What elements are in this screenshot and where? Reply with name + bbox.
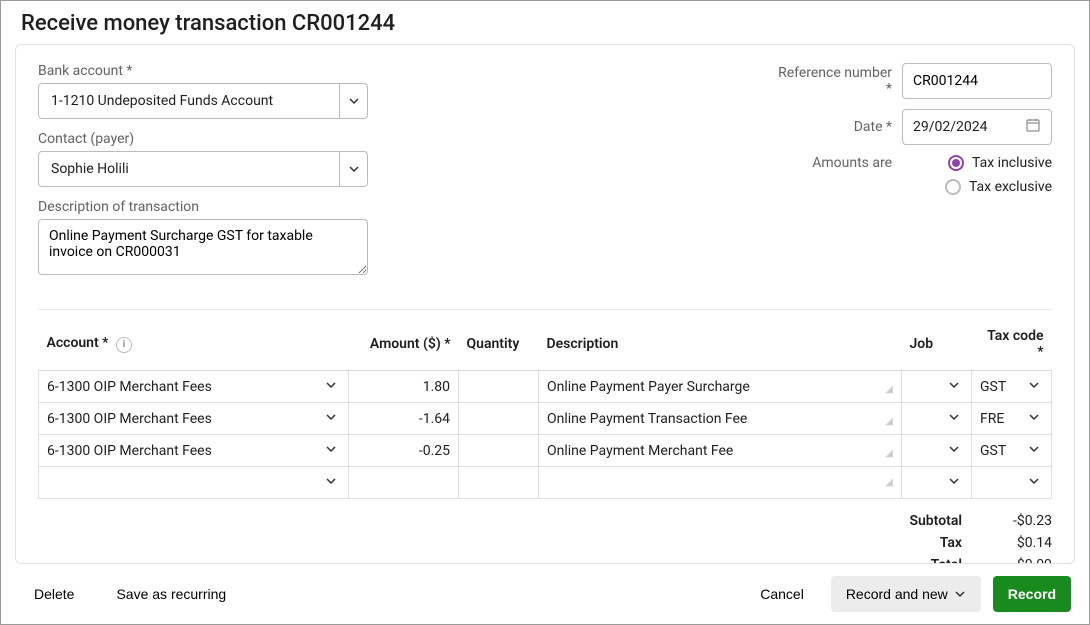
col-job: Job: [902, 318, 972, 371]
cell-description[interactable]: Online Payment Payer Surcharge◢: [539, 371, 902, 403]
delete-button[interactable]: Delete: [19, 576, 89, 612]
form-card: Bank account * 1-1210 Undeposited Funds …: [15, 44, 1075, 564]
chevron-down-icon: [1025, 475, 1043, 491]
cell-quantity[interactable]: [459, 435, 539, 467]
cell-job[interactable]: [902, 467, 972, 499]
table-row: 6-1300 OIP Merchant Fees-0.25 Online Paym…: [39, 435, 1052, 467]
totals: Subtotal -$0.23 Tax $0.14 Total -$0.09: [38, 513, 1052, 564]
bank-account-select[interactable]: 1-1210 Undeposited Funds Account: [38, 83, 368, 119]
chevron-down-icon: [1025, 443, 1043, 459]
description-textarea[interactable]: Online Payment Surcharge GST for taxable…: [38, 219, 368, 275]
resize-handle-icon: ◢: [885, 448, 893, 459]
cell-description[interactable]: Online Payment Merchant Fee◢: [539, 435, 902, 467]
chevron-down-icon: [1025, 379, 1043, 395]
reference-label: Reference number *: [772, 65, 892, 97]
date-label: Date *: [854, 119, 892, 135]
col-quantity: Quantity: [459, 318, 539, 371]
date-value: 29/02/2024: [913, 119, 988, 135]
cell-quantity[interactable]: [459, 371, 539, 403]
table-row: 6-1300 OIP Merchant Fees-1.64 Online Paym…: [39, 403, 1052, 435]
cell-taxcode[interactable]: FRE: [972, 403, 1052, 435]
col-taxcode: Tax code *: [972, 318, 1052, 371]
bank-account-label: Bank account *: [38, 63, 368, 79]
chevron-down-icon: [322, 475, 340, 491]
total-label: Total: [882, 557, 962, 564]
cell-quantity[interactable]: [459, 467, 539, 499]
resize-handle-icon: ◢: [885, 477, 893, 488]
cancel-button[interactable]: Cancel: [745, 576, 819, 612]
subtotal-label: Subtotal: [882, 513, 962, 529]
contact-select[interactable]: Sophie Holili: [38, 151, 368, 187]
chevron-down-icon: [945, 379, 963, 395]
cell-amount[interactable]: [349, 467, 459, 499]
col-amount: Amount ($) *: [349, 318, 459, 371]
tax-exclusive-radio[interactable]: Tax exclusive: [945, 179, 1052, 195]
table-row: ◢: [39, 467, 1052, 499]
col-account: Account * i: [39, 318, 349, 371]
subtotal-value: -$0.23: [992, 513, 1052, 529]
date-input[interactable]: 29/02/2024: [902, 109, 1052, 145]
description-label: Description of transaction: [38, 199, 368, 215]
cell-taxcode[interactable]: GST: [972, 435, 1052, 467]
cell-account[interactable]: 6-1300 OIP Merchant Fees: [39, 371, 349, 403]
chevron-down-icon: [1025, 411, 1043, 427]
cell-taxcode[interactable]: GST: [972, 371, 1052, 403]
cell-job[interactable]: [902, 435, 972, 467]
chevron-down-icon: [339, 152, 367, 186]
cell-amount[interactable]: -0.25: [349, 435, 459, 467]
cell-description[interactable]: ◢: [539, 467, 902, 499]
tax-inclusive-radio[interactable]: Tax inclusive: [948, 155, 1052, 171]
total-value: -$0.09: [992, 557, 1052, 564]
chevron-down-icon: [945, 475, 963, 491]
record-and-new-button[interactable]: Record and new: [831, 576, 981, 612]
chevron-down-icon: [945, 411, 963, 427]
record-button[interactable]: Record: [993, 576, 1071, 612]
table-row: 6-1300 OIP Merchant Fees1.80 Online Payme…: [39, 371, 1052, 403]
chevron-down-icon: [322, 379, 340, 395]
tax-value: $0.14: [992, 535, 1052, 551]
cell-taxcode[interactable]: [972, 467, 1052, 499]
cell-account[interactable]: 6-1300 OIP Merchant Fees: [39, 435, 349, 467]
radio-unchecked-icon: [945, 179, 961, 195]
chevron-down-icon: [322, 411, 340, 427]
save-recurring-button[interactable]: Save as recurring: [101, 576, 241, 612]
footer: Delete Save as recurring Cancel Record a…: [1, 564, 1089, 624]
cell-amount[interactable]: -1.64: [349, 403, 459, 435]
chevron-down-icon: [322, 443, 340, 459]
cell-account[interactable]: 6-1300 OIP Merchant Fees: [39, 403, 349, 435]
chevron-down-icon: [945, 443, 963, 459]
bank-account-value: 1-1210 Undeposited Funds Account: [39, 84, 339, 118]
tax-inclusive-label: Tax inclusive: [972, 155, 1052, 171]
col-description: Description: [539, 318, 902, 371]
cell-job[interactable]: [902, 371, 972, 403]
resize-handle-icon: ◢: [885, 416, 893, 427]
reference-input[interactable]: [902, 63, 1052, 99]
calendar-icon: [1025, 117, 1041, 137]
page-title: Receive money transaction CR001244: [1, 1, 1089, 44]
cell-account[interactable]: [39, 467, 349, 499]
amounts-are-label: Amounts are: [812, 155, 892, 171]
tax-exclusive-label: Tax exclusive: [969, 179, 1052, 195]
contact-label: Contact (payer): [38, 131, 368, 147]
separator: [38, 309, 1052, 310]
resize-handle-icon: ◢: [885, 384, 893, 395]
line-items-table: Account * i Amount ($) * Quantity Descri…: [38, 318, 1052, 499]
cell-quantity[interactable]: [459, 403, 539, 435]
cell-amount[interactable]: 1.80: [349, 371, 459, 403]
radio-checked-icon: [948, 155, 964, 171]
chevron-down-icon: [339, 84, 367, 118]
info-icon[interactable]: i: [116, 337, 132, 353]
tax-label: Tax: [882, 535, 962, 551]
contact-value: Sophie Holili: [39, 152, 339, 186]
cell-description[interactable]: Online Payment Transaction Fee◢: [539, 403, 902, 435]
cell-job[interactable]: [902, 403, 972, 435]
chevron-down-icon: [954, 588, 966, 600]
